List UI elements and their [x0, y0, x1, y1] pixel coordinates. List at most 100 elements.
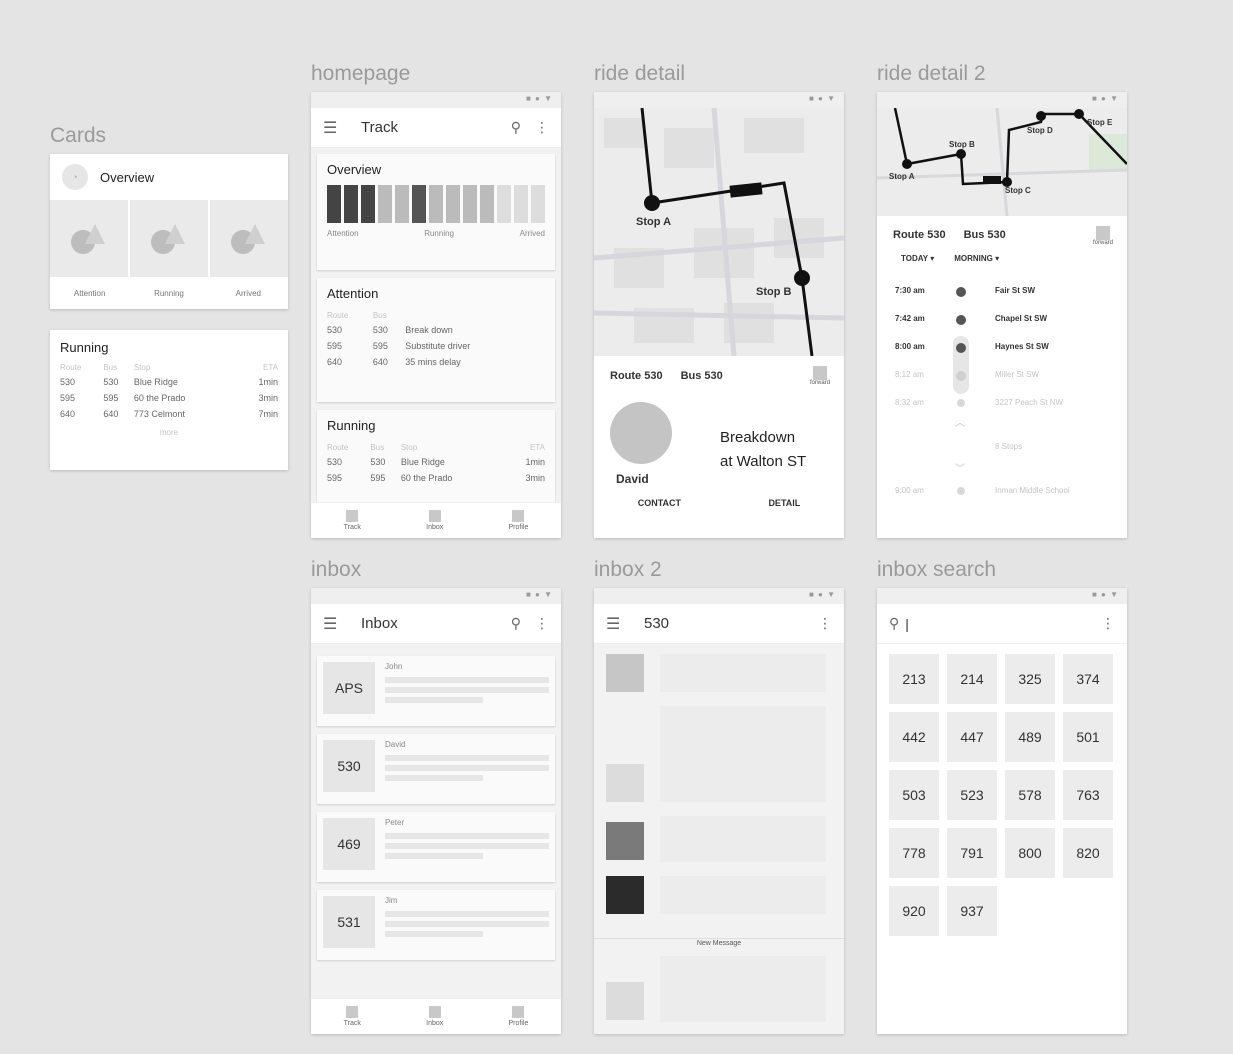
- inbox-2-section-title: inbox 2: [594, 558, 662, 581]
- chevron-down-icon[interactable]: ﹀: [955, 460, 965, 475]
- route-chip[interactable]: 937: [947, 886, 997, 936]
- table-row[interactable]: 595 595 60 the Prado 3min: [327, 470, 545, 486]
- sender-name: John: [385, 662, 403, 671]
- route-chip[interactable]: 778: [889, 828, 939, 878]
- running-card[interactable]: Running Route Bus Stop ETA 530 530 Blue …: [50, 330, 288, 470]
- inbox-item[interactable]: 469 Peter: [317, 812, 555, 882]
- stop-name[interactable]: Fair St SW: [995, 286, 1035, 295]
- message-bubble[interactable]: [660, 816, 826, 862]
- more-vert-icon[interactable]: ⋮: [1101, 615, 1115, 632]
- cell: 640: [60, 409, 76, 419]
- menu-icon[interactable]: ☰: [606, 614, 632, 634]
- track-icon: [346, 1006, 359, 1018]
- sender-name: Peter: [385, 818, 405, 827]
- route-map-small[interactable]: Stop A Stop B Stop C Stop D Stop E: [877, 108, 1127, 216]
- profile-icon: [512, 510, 525, 522]
- bar: [378, 185, 392, 223]
- nav-track[interactable]: Track: [344, 510, 361, 531]
- stop-d-label: Stop D: [1027, 126, 1053, 135]
- route-chip[interactable]: 489: [1005, 712, 1055, 762]
- search-input[interactable]: |: [905, 616, 1087, 632]
- contact-button[interactable]: CONTACT: [638, 498, 681, 508]
- new-message-divider: New Message: [690, 940, 748, 947]
- inbox-item[interactable]: 530 David: [317, 734, 555, 804]
- route-chip[interactable]: 523: [947, 770, 997, 820]
- route-chip[interactable]: 820: [1063, 828, 1113, 878]
- message-bubble[interactable]: [660, 654, 826, 692]
- route-chip[interactable]: 791: [947, 828, 997, 878]
- route-chip[interactable]: 325: [1005, 654, 1055, 704]
- nav-inbox[interactable]: Inbox: [426, 510, 443, 531]
- route-chip[interactable]: 214: [947, 654, 997, 704]
- menu-icon[interactable]: ☰: [323, 118, 349, 138]
- route-chip[interactable]: 503: [889, 770, 939, 820]
- stop-name[interactable]: Miller St SW: [995, 370, 1039, 379]
- message-bubble[interactable]: [660, 876, 826, 914]
- status-icons: ■ ● ▼: [525, 590, 553, 599]
- inbox-section-title: inbox: [311, 558, 362, 581]
- morning-dropdown[interactable]: MORNING ▾: [954, 254, 999, 276]
- bar: [412, 185, 426, 223]
- route-chip[interactable]: 920: [889, 886, 939, 936]
- nav-profile[interactable]: Profile: [509, 510, 528, 531]
- nav-track[interactable]: Track: [344, 1006, 361, 1027]
- route-chip[interactable]: 800: [1005, 828, 1055, 878]
- message-bubble[interactable]: [660, 706, 826, 802]
- route-chip[interactable]: 374: [1063, 654, 1113, 704]
- page-title: 530: [644, 615, 670, 632]
- detail-button[interactable]: DETAIL: [768, 498, 800, 508]
- more-vert-icon[interactable]: ⋮: [535, 615, 549, 632]
- stop-name[interactable]: 3227 Peach St NW: [995, 398, 1063, 407]
- table-row[interactable]: 595 595 Substitute driver: [327, 338, 545, 354]
- more-vert-icon[interactable]: ⋮: [818, 615, 832, 632]
- ride-detail-2-section-title: ride detail 2: [877, 62, 986, 85]
- message-avatar: [606, 822, 644, 860]
- cell: 3min: [525, 473, 545, 483]
- table-row[interactable]: 640 640 773 Celmont 7min: [60, 406, 278, 422]
- search-icon[interactable]: ⚲: [511, 119, 521, 136]
- cell: 595: [60, 393, 76, 403]
- forward-button[interactable]: forward: [810, 366, 830, 386]
- bar: [480, 185, 494, 223]
- today-dropdown[interactable]: TODAY ▾: [901, 254, 934, 276]
- route-chip[interactable]: 447: [947, 712, 997, 762]
- chevron-up-icon[interactable]: ︿: [955, 414, 965, 429]
- overview-panel[interactable]: Overview Attention Running Arrived: [317, 154, 555, 270]
- menu-icon[interactable]: ☰: [323, 614, 349, 634]
- nav-label: Track: [343, 524, 361, 531]
- message-line-2: at Walton ST: [720, 453, 807, 470]
- cell: 530: [327, 325, 343, 335]
- table-row[interactable]: 530 530 Break down: [327, 322, 545, 338]
- route-map[interactable]: Stop A Stop B: [594, 108, 844, 356]
- stop-name[interactable]: Chapel St SW: [995, 314, 1047, 323]
- forward-button[interactable]: forward: [1093, 226, 1113, 246]
- nav-inbox[interactable]: Inbox: [426, 1006, 443, 1027]
- table-row[interactable]: 595 595 60 the Prado 3min: [60, 390, 278, 406]
- more-vert-icon[interactable]: ⋮: [535, 119, 549, 136]
- status-bar: ■ ● ▼: [594, 588, 844, 604]
- table-row[interactable]: 640 640 35 mins delay: [327, 354, 545, 370]
- table-row[interactable]: 530 530 Blue Ridge 1min: [60, 374, 278, 390]
- stop-name[interactable]: Inman Middle School: [995, 486, 1070, 495]
- overview-card[interactable]: ◔ Overview Attention Running Arrived: [50, 154, 288, 309]
- inbox-item[interactable]: 531 Jim: [317, 890, 555, 960]
- collapsed-stops[interactable]: 8 Stops: [995, 442, 1022, 451]
- arrived-pie-icon: [210, 200, 288, 277]
- route-chip[interactable]: 763: [1063, 770, 1113, 820]
- route-chip[interactable]: 213: [889, 654, 939, 704]
- attention-panel[interactable]: Attention Route Bus 530 530 Break down 595 5…: [317, 278, 555, 402]
- route-chip[interactable]: 442: [889, 712, 939, 762]
- stop-c-label: Stop C: [1005, 186, 1031, 195]
- table-row[interactable]: 530 530 Blue Ridge 1min: [327, 454, 545, 470]
- stop-a-label: Stop A: [889, 172, 915, 181]
- attention-panel-title: Attention: [327, 286, 379, 301]
- search-icon[interactable]: ⚲: [511, 615, 521, 632]
- inbox-item[interactable]: APS John: [317, 656, 555, 726]
- route-chip[interactable]: 578: [1005, 770, 1055, 820]
- stop-name[interactable]: Haynes St SW: [995, 342, 1049, 351]
- message-bubble[interactable]: [660, 956, 826, 1022]
- route-chip[interactable]: 501: [1063, 712, 1113, 762]
- nav-profile[interactable]: Profile: [509, 1006, 528, 1027]
- more-link[interactable]: more: [60, 428, 278, 437]
- message-avatar: [606, 982, 644, 1020]
